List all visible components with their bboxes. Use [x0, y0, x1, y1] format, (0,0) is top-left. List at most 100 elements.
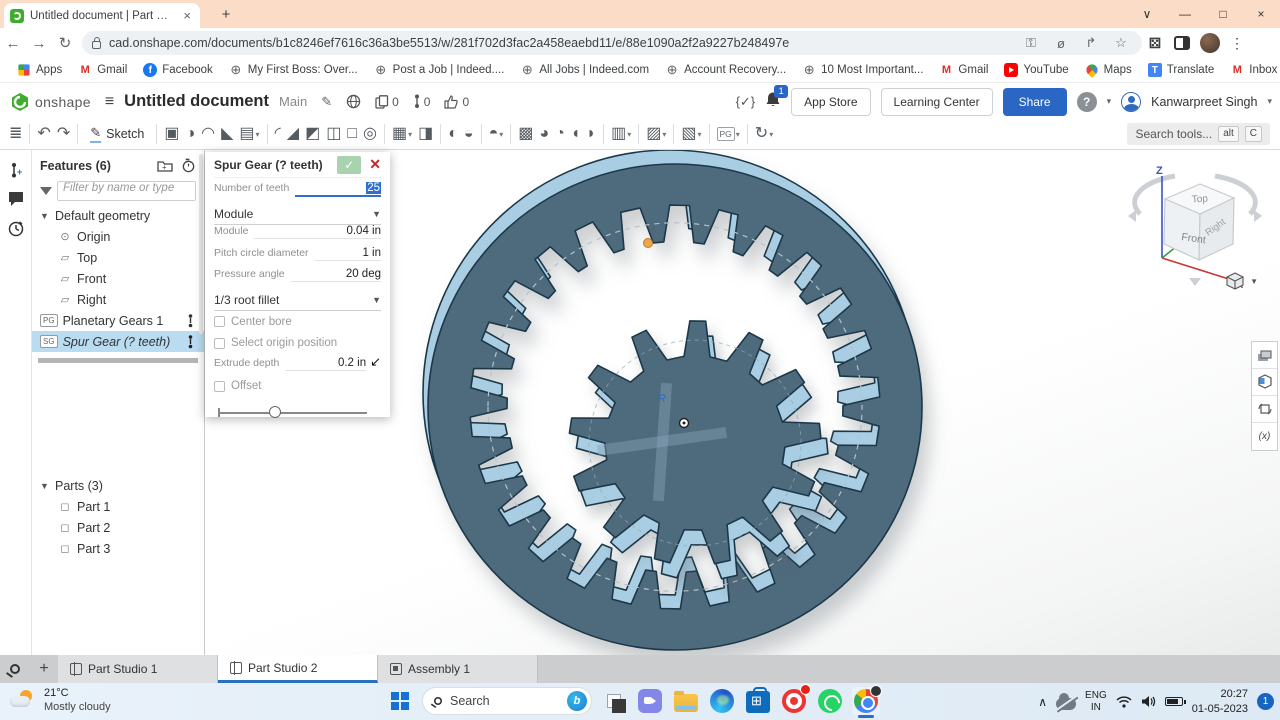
bookmark-all-jobs-indeed-com[interactable]: ⊕ All Jobs | Indeed.com — [513, 60, 656, 80]
recorder-app-button[interactable] — [780, 684, 811, 715]
comment-icon[interactable] — [7, 190, 25, 208]
tree-item-front-plane[interactable]: ▱ Front — [32, 268, 204, 289]
view-options-caret-icon[interactable]: ▼ — [1250, 277, 1258, 286]
flip-direction-icon[interactable]: ↙ — [370, 354, 381, 370]
undo-icon[interactable]: ↶ — [34, 124, 53, 144]
extrude-depth-input[interactable]: 0.2 in — [285, 357, 367, 371]
bookmark-10-most-important[interactable]: ⊕ 10 Most Important... — [795, 60, 930, 80]
eye-blocked-icon[interactable]: ø — [1050, 36, 1072, 51]
boolean-icon[interactable]: ◐ — [445, 124, 461, 144]
rotate-down-icon[interactable] — [1189, 278, 1201, 286]
insert-version-icon[interactable]: + — [7, 162, 25, 180]
help-button[interactable]: ? — [1076, 91, 1097, 112]
zoom-slider[interactable] — [214, 401, 381, 425]
browser-menu-dots-icon[interactable]: ⋮ — [1224, 35, 1250, 52]
extensions-puzzle-icon[interactable]: ⚄ — [1142, 35, 1168, 52]
tree-item-spur-gear[interactable]: SG Spur Gear (? teeth) — [32, 331, 204, 352]
url-bar[interactable]: cad.onshape.com/documents/b1c8246ef7616c… — [82, 31, 1142, 55]
module-dropdown[interactable]: Module ▼ — [214, 204, 381, 225]
notification-center-badge[interactable]: 1 — [1257, 693, 1274, 710]
back-button[interactable]: ← — [0, 35, 26, 52]
named-views-button[interactable] — [1252, 396, 1277, 423]
bookmark-inbox-38-monika[interactable]: M Inbox (38) - monika... — [1223, 60, 1280, 80]
bookmark-facebook[interactable]: f Facebook — [136, 60, 220, 80]
share-button[interactable]: Share — [1002, 87, 1067, 116]
taskbar-clock[interactable]: 20:27 01-05-2023 — [1192, 687, 1248, 716]
rib-icon[interactable]: ◫ — [323, 124, 344, 144]
delete-face-icon[interactable]: ◔ — [552, 124, 568, 144]
dialog-cancel-button[interactable]: ✕ — [369, 156, 381, 173]
rollback-bar[interactable] — [38, 358, 198, 363]
bookmark-post-a-job-indeed[interactable]: ⊕ Post a Job | Indeed.... — [367, 60, 512, 80]
root-fillet-dropdown[interactable]: 1/3 root fillet ▼ — [214, 290, 381, 311]
dropdown-caret-icon[interactable]: ▾ — [697, 130, 701, 139]
dropdown-caret-icon[interactable]: ▾ — [256, 130, 260, 139]
replace-face-icon[interactable]: ◗ — [583, 124, 599, 144]
dropdown-caret-icon[interactable]: ▾ — [408, 130, 412, 139]
dropdown-caret-icon[interactable]: ▾ — [736, 130, 740, 139]
tree-item-planetary-gears[interactable]: PG Planetary Gears 1 — [32, 310, 204, 331]
shell-icon[interactable]: □ — [344, 124, 360, 144]
onshape-logo[interactable]: onshape — [10, 92, 91, 112]
variables-button[interactable]: (x) — [1252, 423, 1277, 450]
versions-count[interactable]: 0 — [413, 94, 430, 109]
tab-close-icon[interactable]: × — [180, 8, 194, 23]
mirror-icon[interactable]: ◨ — [415, 124, 436, 144]
curve-tools-icon[interactable]: ▨ ▾ — [643, 124, 669, 144]
edge-button[interactable] — [708, 687, 736, 715]
main-menu-hamburger-icon[interactable]: ≡ — [105, 93, 114, 111]
teams-chat-button[interactable] — [636, 687, 664, 715]
window-close-button[interactable]: × — [1242, 0, 1280, 28]
tree-item-top-plane[interactable]: ▱ Top — [32, 247, 204, 268]
password-key-icon[interactable]: ⚿ — [1020, 35, 1042, 51]
linear-pattern-icon[interactable]: ▦ ▾ — [389, 124, 415, 144]
sketch-button[interactable]: ✎ Sketch — [82, 122, 153, 146]
view-options-menu[interactable]: ▼ — [1225, 272, 1258, 290]
bookmark-star-icon[interactable]: ☆ — [1110, 35, 1132, 51]
task-view-button[interactable] — [600, 687, 628, 715]
url-text[interactable]: cad.onshape.com/documents/b1c8246ef7616c… — [109, 36, 1012, 50]
tree-item-origin[interactable]: ⊙ Origin — [32, 226, 204, 247]
wifi-icon[interactable] — [1116, 695, 1132, 708]
bookmark-maps[interactable]: Maps — [1078, 60, 1139, 80]
language-indicator[interactable]: ENG IN — [1085, 690, 1107, 714]
window-minimize-button[interactable]: — — [1166, 0, 1204, 28]
onedrive-paused-icon[interactable] — [1056, 692, 1077, 710]
tray-chevron-icon[interactable]: ∧ — [1038, 695, 1047, 709]
bookmark-translate[interactable]: T Translate — [1141, 60, 1222, 80]
sweep-icon[interactable]: ◠ — [198, 124, 218, 144]
wrap-icon[interactable]: ◓ ▾ — [486, 124, 507, 144]
teeth-input[interactable]: 25 — [295, 182, 381, 197]
tree-item-part-3[interactable]: ◻ Part 3 — [32, 538, 204, 559]
add-element-button[interactable]: + — [30, 655, 58, 683]
extrude-icon[interactable]: ▣ — [161, 124, 182, 144]
dropdown-caret-icon[interactable]: ▾ — [627, 130, 631, 139]
rotate-left-icon[interactable] — [1128, 210, 1136, 222]
search-elements-button[interactable] — [0, 655, 30, 683]
new-folder-icon[interactable]: + — [157, 159, 173, 172]
learning-center-button[interactable]: Learning Center — [880, 87, 993, 116]
chrome-button-active[interactable] — [852, 685, 882, 718]
element-tab-part-studio-1[interactable]: Part Studio 1 — [58, 655, 218, 683]
transform-icon[interactable]: ↻ ▾ — [752, 124, 776, 144]
search-tools-input[interactable]: Search tools... alt C — [1127, 123, 1270, 145]
taskbar-weather-widget[interactable]: 21°C Mostly cloudy — [10, 687, 111, 713]
surface-tools-icon[interactable]: ▥ ▾ — [608, 124, 634, 144]
section-view-button[interactable] — [1252, 369, 1277, 396]
loft-icon[interactable]: ◣ — [218, 124, 236, 144]
tree-item-part-1[interactable]: ◻ Part 1 — [32, 496, 204, 517]
bookmark-account-recovery[interactable]: ⊕ Account Recovery... — [658, 60, 793, 80]
user-avatar[interactable] — [1121, 91, 1142, 112]
select-origin-checkbox[interactable] — [214, 337, 225, 349]
notifications-bell[interactable]: 1 — [765, 84, 789, 113]
copies-count[interactable]: 0 — [375, 95, 399, 109]
bookmark-apps[interactable]: Apps — [10, 60, 69, 80]
panel-scrollbar[interactable] — [199, 154, 203, 334]
help-caret-icon[interactable]: ▾ — [1107, 96, 1112, 107]
chevron-down-icon[interactable]: ▼ — [40, 211, 50, 221]
likes-count[interactable]: 0 — [444, 95, 469, 109]
whatsapp-button[interactable] — [816, 687, 844, 715]
dropdown-caret-icon[interactable]: ▾ — [662, 130, 666, 139]
filter-input[interactable]: Filter by name or type — [57, 181, 196, 201]
tree-item-right-plane[interactable]: ▱ Right — [32, 289, 204, 310]
